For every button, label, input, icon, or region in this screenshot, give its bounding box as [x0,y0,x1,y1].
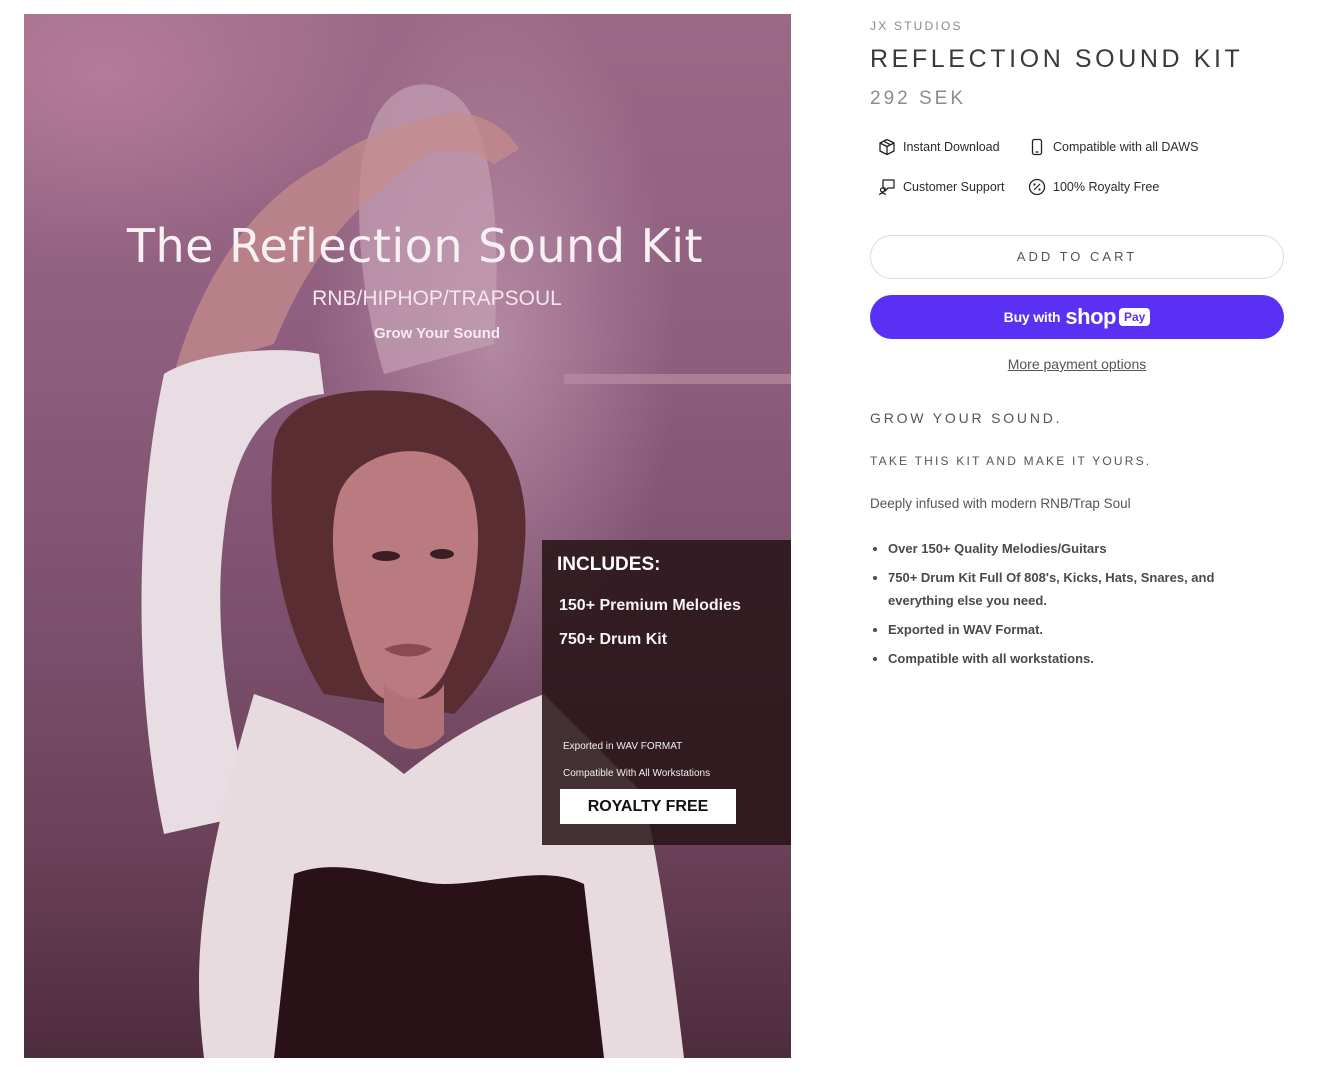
product-page: The Reflection Sound Kit RNB/HIPHOP/TRAP… [0,0,1343,1089]
description-text: Deeply infused with modern RNB/Trap Soul [870,496,1131,511]
compat-note: Compatible With All Workstations [563,768,711,779]
includes-panel: INCLUDES: 150+ Premium Melodies 750+ Dru… [542,540,791,845]
image-tagline: Grow Your Sound [373,325,501,342]
includes-heading: INCLUDES: [557,554,661,575]
includes-item: 750+ Drum Kit [559,631,668,648]
buy-with-label: Buy with [1003,309,1061,325]
feature-compatible: Compatible with all DAWS [1028,138,1198,156]
list-item: Exported in WAV Format. [888,618,1268,641]
product-price: 292 SEK [870,88,966,109]
image-subtitle: RNB/HIPHOP/TRAPSOUL [312,287,562,310]
royalty-free-label: ROYALTY FREE [560,789,736,824]
format-note: Exported in WAV FORMAT [563,741,683,752]
feature-label: 100% Royalty Free [1053,180,1160,194]
image-title: The Reflection Sound Kit [126,219,704,273]
shop-pay-button[interactable]: Buy with shop Pay [870,295,1284,339]
list-item: Over 150+ Quality Melodies/Guitars [888,537,1268,560]
description-subheading: TAKE THIS KIT AND MAKE IT YOURS. [870,454,1152,468]
feature-label: Instant Download [903,140,1000,154]
phone-icon [1031,138,1043,156]
vendor-name[interactable]: JX STUDIOS [870,19,963,33]
includes-item: 150+ Premium Melodies [559,597,741,614]
feature-list: Over 150+ Quality Melodies/Guitars 750+ … [870,537,1268,676]
box-icon [879,138,895,156]
add-to-cart-button[interactable]: ADD TO CART [870,235,1284,279]
more-payment-options-link[interactable]: More payment options [870,356,1284,372]
feature-label: Compatible with all DAWS [1053,140,1199,154]
feature-royalty-free: 100% Royalty Free [1028,178,1159,196]
list-item: Compatible with all workstations. [888,647,1268,670]
description-heading: GROW YOUR SOUND. [870,410,1063,426]
product-photo-art [141,84,791,1058]
feature-instant-download: Instant Download [878,138,1000,156]
feature-customer-support: Customer Support [878,178,1004,196]
product-image[interactable]: The Reflection Sound Kit RNB/HIPHOP/TRAP… [24,14,791,1058]
percent-badge-icon [1028,178,1046,196]
list-item: 750+ Drum Kit Full Of 808's, Kicks, Hats… [888,566,1268,612]
shop-pay-logo: shop [1065,304,1116,329]
pay-badge: Pay [1118,308,1151,326]
chat-support-icon [878,179,895,196]
feature-label: Customer Support [903,180,1005,194]
product-title: REFLECTION SOUND KIT [870,45,1244,73]
